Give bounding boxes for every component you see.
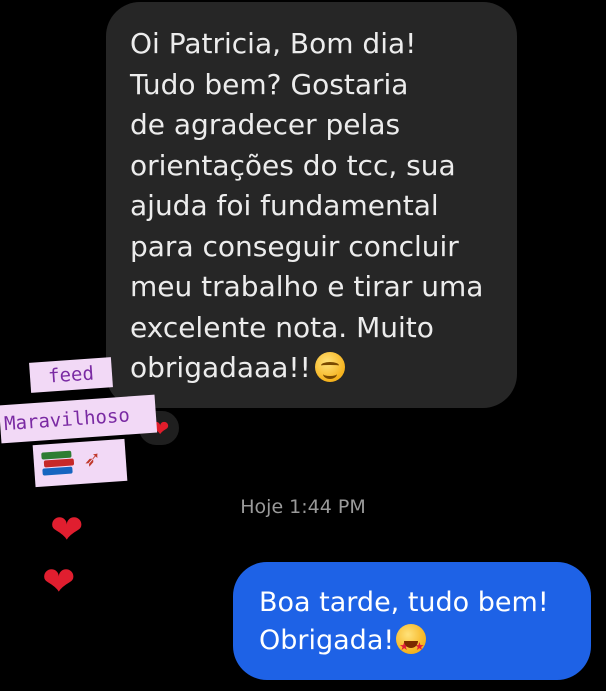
message-text: Obrigada!: [259, 625, 395, 656]
incoming-message-bubble[interactable]: Oi Patricia, Bom dia! Tudo bem? Gostaria…: [106, 2, 517, 408]
message-line-last: Obrigada!: [259, 622, 581, 666]
sticker-word-maravilhoso: Maravilhoso: [0, 394, 158, 444]
sticker-word-feed: feed: [29, 357, 113, 393]
star-struck-icon: [396, 624, 427, 666]
message-line: meu trabalho e tirar uma: [130, 270, 484, 303]
message-timestamp: Hoje 1:44 PM: [0, 496, 606, 518]
message-line: de agradecer pelas: [130, 108, 401, 141]
message-line: excelente nota. Muito: [130, 310, 434, 344]
books-icon: [41, 450, 75, 479]
rocket-icon: ➶: [82, 444, 101, 476]
feed-sticker: feed Maravilhoso ➶: [0, 352, 160, 494]
heart-icon: ❤: [42, 559, 76, 605]
message-line-last: obrigadaaa!!: [130, 348, 499, 389]
outgoing-message-bubble[interactable]: Boa tarde, tudo bem! Obrigada!: [233, 562, 591, 680]
timestamp-text: Hoje 1:44 PM: [240, 496, 366, 518]
heart-icon: ❤: [50, 507, 84, 553]
message-line: para conseguir concluir: [130, 229, 459, 263]
message-line: Oi Patricia, Bom dia!: [130, 27, 417, 60]
message-line: Tudo bem? Gostaria: [130, 67, 409, 101]
message-line: orientações do tcc, sua: [130, 148, 456, 182]
message-line: Boa tarde, tudo bem!: [259, 587, 549, 618]
sticker-icons: ➶: [32, 438, 128, 488]
message-line: ajuda foi fundamental: [130, 189, 439, 222]
smiling-face-icon: [314, 352, 345, 382]
chat-thread: Oi Patricia, Bom dia! Tudo bem? Gostaria…: [0, 0, 606, 691]
